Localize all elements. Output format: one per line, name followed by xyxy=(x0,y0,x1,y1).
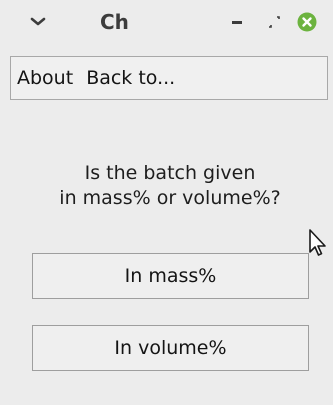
mouse-pointer-icon xyxy=(308,228,328,264)
in-volume-button[interactable]: In volume% xyxy=(32,325,309,371)
menu-bar: About Back to... xyxy=(10,56,328,100)
menu-item-about[interactable]: About xyxy=(12,58,78,98)
chevron-down-icon[interactable] xyxy=(27,12,49,32)
title-bar[interactable]: Ch xyxy=(0,0,333,46)
question-line-1: Is the batch given xyxy=(84,162,256,184)
application-window: Ch About Back to... Is the batch given i… xyxy=(0,0,333,405)
close-icon[interactable] xyxy=(296,11,318,33)
restore-icon[interactable] xyxy=(265,13,283,31)
question-label: Is the batch given in mass% or volume%? xyxy=(20,161,320,211)
in-mass-button[interactable]: In mass% xyxy=(32,253,309,299)
minimize-icon[interactable] xyxy=(228,14,248,30)
window-title: Ch xyxy=(100,10,129,34)
menu-item-back-to[interactable]: Back to... xyxy=(81,58,180,98)
question-line-2: in mass% or volume%? xyxy=(59,187,281,209)
